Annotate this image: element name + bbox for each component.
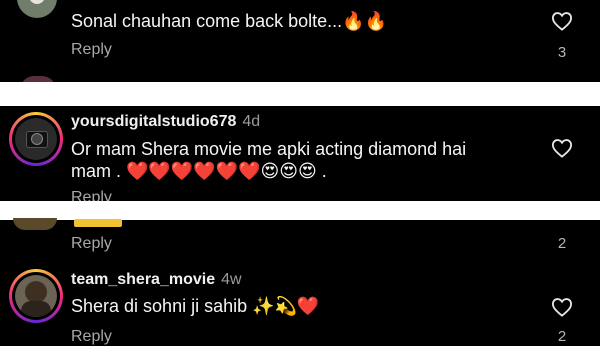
comment-age: 4w (221, 271, 242, 288)
avatar (15, 118, 57, 160)
username[interactable]: team_shera_movie (71, 271, 215, 288)
like-count: 2 (557, 235, 567, 252)
heart-icon[interactable] (551, 297, 573, 317)
divider (0, 82, 600, 106)
like-count: 3 (557, 44, 567, 61)
username[interactable]: yoursdigitalstudio678 (71, 113, 236, 130)
reply-button[interactable]: Reply (71, 235, 112, 253)
comment-username[interactable]: yoursdigitalstudio678 4d (71, 113, 260, 131)
comment-text-line-2: mam . ❤️❤️❤️❤️❤️❤️😍😍😍 . (71, 161, 327, 181)
comment-emoji-fragment (74, 219, 122, 227)
reply-button[interactable]: Reply (71, 189, 112, 201)
like-count: 2 (557, 328, 567, 345)
divider (0, 201, 600, 220)
reply-button[interactable]: Reply (71, 328, 112, 346)
comment-username[interactable]: team_shera_movie 4w (71, 271, 242, 289)
heart-icon[interactable] (551, 138, 573, 158)
comment-text: Sonal chauhan come back bolte...🔥🔥 (71, 11, 388, 31)
avatar (15, 275, 57, 317)
story-ring[interactable] (9, 112, 63, 166)
comment-age: 4d (242, 113, 261, 130)
avatar[interactable] (17, 0, 57, 18)
comment-text: Shera di sohni ji sahib ✨💫❤️ (71, 296, 320, 316)
avatar[interactable] (13, 218, 57, 230)
heart-icon[interactable] (551, 11, 573, 31)
reply-button[interactable]: Reply (71, 41, 112, 59)
story-ring[interactable] (9, 269, 63, 323)
